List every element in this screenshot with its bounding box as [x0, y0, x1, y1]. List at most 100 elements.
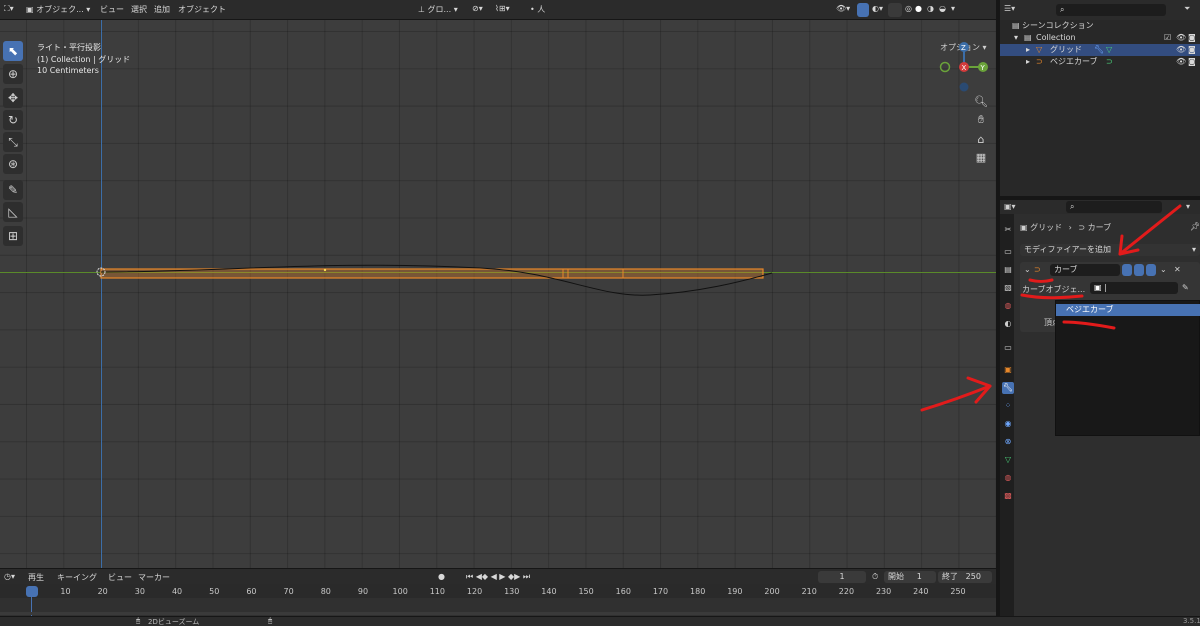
- xray-button[interactable]: [888, 3, 902, 17]
- outliner-item-bezier[interactable]: ▸ ⊃ ベジエカーブ ⊃ 👁︎ ◙: [1000, 56, 1200, 68]
- modifier-wrench-icon[interactable]: 🔧︎: [1094, 44, 1104, 56]
- transform-orientation-dropdown[interactable]: ⊥ グロ... ▾: [418, 4, 458, 15]
- tab-material-icon[interactable]: ◍: [1002, 472, 1014, 484]
- camera-render-icon[interactable]: ◙: [1188, 32, 1196, 44]
- outliner-header: ☰▾ ⌕ ⏷: [1000, 0, 1200, 20]
- curve-data-icon[interactable]: ⊃: [1106, 56, 1113, 68]
- shading-rendered-icon[interactable]: ◒: [939, 4, 946, 13]
- menu-marker[interactable]: マーカー: [138, 572, 170, 583]
- timeline-area[interactable]: 1102030405060708090100110120130140150160…: [0, 584, 996, 616]
- proportional-edit-icon[interactable]: • 人: [530, 4, 545, 15]
- pivot-icon[interactable]: ⊘▾: [472, 4, 483, 13]
- mode-dropdown[interactable]: ▣ オブジェク... ▾: [26, 4, 90, 15]
- tab-texture-icon[interactable]: ▩: [1002, 490, 1014, 502]
- tab-data-icon[interactable]: ▽: [1002, 454, 1014, 466]
- scene-collection-row[interactable]: ▤ シーンコレクション: [1000, 20, 1200, 32]
- collection-checkbox[interactable]: ☑: [1164, 32, 1171, 44]
- frame-tick-label: 100: [392, 587, 408, 596]
- frame-tick-label: 180: [690, 587, 706, 596]
- tab-tool-icon[interactable]: ✂: [1002, 224, 1014, 236]
- mode-label: オブジェク...: [36, 5, 84, 14]
- curve-object-icon: ⊃: [1036, 57, 1043, 66]
- overlay-icon[interactable]: ◐▾: [872, 4, 883, 13]
- outliner-item-grid[interactable]: ▸ ▽ グリッド 🔧︎ ▽ 👁︎ ◙: [1000, 44, 1200, 56]
- frame-tick-label: 230: [875, 587, 892, 596]
- viewport-3d[interactable]: ライト・平行投影 (1) Collection | グリッド 10 Centim…: [0, 20, 996, 568]
- record-icon[interactable]: ●: [438, 572, 445, 581]
- properties-tabs: ✂ ▭ ▤ ▧ ◍ ◐ ▭ ▣ 🔧︎ ⁘ ◉ ⊗ ▽ ◍ ▩: [1000, 214, 1014, 616]
- tab-world-icon[interactable]: ◐: [1002, 318, 1014, 330]
- timeline-scrollbar[interactable]: [0, 612, 996, 615]
- tab-particles-icon[interactable]: ⁘: [1002, 400, 1014, 412]
- viewport-header: ⛶▾ ▣ オブジェク... ▾ ビュー 選択 追加 オブジェクト ⊥ グロ...…: [0, 0, 996, 20]
- shading-options-icon[interactable]: ▾: [951, 4, 955, 13]
- expand-icon[interactable]: ▸: [1026, 44, 1030, 56]
- playback-controls[interactable]: ⏮ ◀◆ ◀ ▶ ◆▶ ⏭: [466, 572, 530, 582]
- frame-ruler[interactable]: 1102030405060708090100110120130140150160…: [0, 584, 996, 598]
- menu-playback[interactable]: 再生: [28, 572, 44, 583]
- mesh-data-icon[interactable]: ▽: [1106, 44, 1112, 56]
- tab-object-icon[interactable]: ▣: [1002, 364, 1014, 376]
- playhead[interactable]: [26, 586, 38, 597]
- scene-objects: [96, 264, 773, 296]
- frame-tick-label: 120: [466, 587, 483, 596]
- status-hint: 2Dビューズーム: [148, 618, 200, 626]
- tab-modifier-icon[interactable]: 🔧︎: [1002, 382, 1014, 394]
- frame-tick-label: 210: [801, 587, 817, 596]
- red-arrow-annotation: [920, 376, 992, 412]
- grid-label: グリッド: [1050, 45, 1082, 54]
- frame-tick-label: 220: [838, 587, 855, 596]
- collection-expand-icon[interactable]: ▾: [1014, 32, 1018, 44]
- eye-icon[interactable]: 👁︎: [1176, 32, 1186, 44]
- red-markings: [1020, 204, 1182, 330]
- eye-icon[interactable]: 👁︎: [1176, 44, 1186, 56]
- menu-timeline-view[interactable]: ビュー: [108, 572, 132, 583]
- outliner-search-input[interactable]: ⌕: [1056, 4, 1166, 16]
- visibility-icon[interactable]: 👁▾: [836, 4, 850, 13]
- version-label: 3.5.1: [1183, 617, 1200, 625]
- menu-object[interactable]: オブジェクト: [178, 4, 226, 15]
- tab-output-icon[interactable]: ▤: [1002, 264, 1014, 276]
- gizmo-toggle-button[interactable]: [857, 3, 869, 17]
- snap-icon[interactable]: ⌇⊞▾: [495, 4, 510, 13]
- tab-render-icon[interactable]: ▭: [1002, 246, 1014, 258]
- shading-material-icon[interactable]: ◑: [927, 4, 934, 13]
- frame-tick-label: 200: [764, 587, 780, 596]
- frame-tick-label: 30: [134, 587, 145, 596]
- collection-icon: ▤: [1024, 33, 1032, 42]
- frame-tick-label: 60: [246, 587, 257, 596]
- shading-wireframe-icon[interactable]: ◎: [905, 4, 912, 13]
- collection-row[interactable]: ▾ ▤ Collection ☑ 👁︎ ◙: [1000, 32, 1200, 44]
- timeline-header: ◷▾ 再生 キーイング ビュー マーカー ● ⏮ ◀◆ ◀ ▶ ◆▶ ⏭ 1 ⏱…: [0, 568, 996, 584]
- frame-tick-label: 170: [652, 587, 669, 596]
- menu-add[interactable]: 追加: [154, 4, 170, 15]
- timeline-editor-icon[interactable]: ◷▾: [4, 572, 15, 581]
- camera-render-icon[interactable]: ◙: [1188, 44, 1196, 56]
- outliner-editor-icon[interactable]: ☰▾: [1004, 4, 1015, 13]
- frame-tick-label: 80: [320, 587, 331, 596]
- frame-tick-label: 10: [60, 587, 71, 596]
- shading-solid-icon[interactable]: ●: [915, 4, 922, 13]
- object-mode-icon: ▣: [26, 5, 34, 14]
- camera-render-icon[interactable]: ◙: [1188, 56, 1196, 68]
- tab-scene-icon[interactable]: ◍: [1002, 300, 1014, 312]
- frame-tick-label: 250: [950, 587, 966, 596]
- tab-constraints-icon[interactable]: ⊗: [1002, 436, 1014, 448]
- menu-view[interactable]: ビュー: [100, 4, 124, 15]
- eye-icon[interactable]: 👁︎: [1176, 56, 1186, 68]
- menu-select[interactable]: 選択: [131, 4, 147, 15]
- tab-physics-icon[interactable]: ◉: [1002, 418, 1014, 430]
- editor-type-icon[interactable]: ⛶▾: [4, 4, 14, 14]
- properties-editor-icon[interactable]: ▣▾: [1004, 202, 1016, 211]
- current-frame-field[interactable]: 1: [818, 571, 866, 583]
- end-frame-field[interactable]: 終了 250: [938, 571, 992, 583]
- frame-tick-label: 240: [913, 587, 929, 596]
- start-frame-field[interactable]: 開始 1: [884, 571, 936, 583]
- filter-icon[interactable]: ⏷: [1184, 4, 1190, 14]
- expand-icon[interactable]: ▸: [1026, 56, 1030, 68]
- menu-keying[interactable]: キーイング: [57, 572, 97, 583]
- end-label: 終了: [942, 572, 958, 581]
- tab-view-layer-icon[interactable]: ▧: [1002, 282, 1014, 294]
- mouse-right-icon: 🖱︎: [268, 617, 273, 625]
- tab-collection-icon[interactable]: ▭: [1002, 342, 1014, 354]
